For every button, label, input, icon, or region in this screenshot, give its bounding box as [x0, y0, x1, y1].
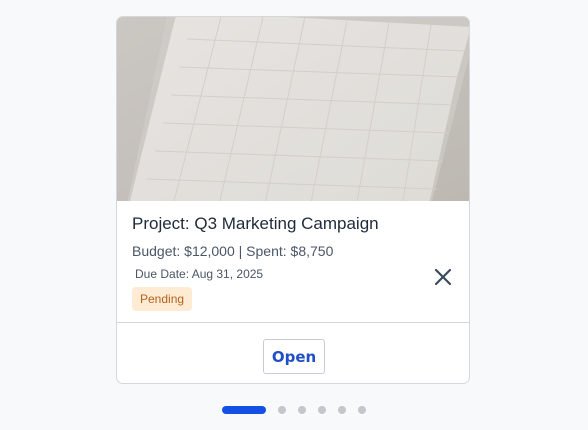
carousel-dot-1[interactable]	[222, 406, 266, 414]
budget-spent-text: Budget: $12,000 | Spent: $8,750	[132, 243, 334, 259]
card-divider	[117, 322, 469, 323]
due-date-text: Due Date: Aug 31, 2025	[135, 267, 264, 281]
carousel-dot-2[interactable]	[278, 406, 286, 414]
status-badge: Pending	[132, 287, 193, 311]
carousel-dot-4[interactable]	[318, 406, 326, 414]
card-image	[117, 17, 469, 201]
card-body: Project: Q3 Marketing Campaign Budget: $…	[117, 201, 469, 322]
project-title: Project: Q3 Marketing Campaign	[132, 214, 379, 233]
project-card: Project: Q3 Marketing Campaign Budget: $…	[116, 16, 470, 384]
carousel-pagination	[222, 405, 366, 415]
carousel-dot-3[interactable]	[298, 406, 306, 414]
open-button[interactable]: Open	[263, 339, 325, 374]
carousel-stage: Project: Q3 Marketing Campaign Budget: $…	[0, 0, 588, 430]
close-icon[interactable]	[431, 265, 455, 289]
carousel-dot-6[interactable]	[358, 406, 366, 414]
carousel-dot-5[interactable]	[338, 406, 346, 414]
